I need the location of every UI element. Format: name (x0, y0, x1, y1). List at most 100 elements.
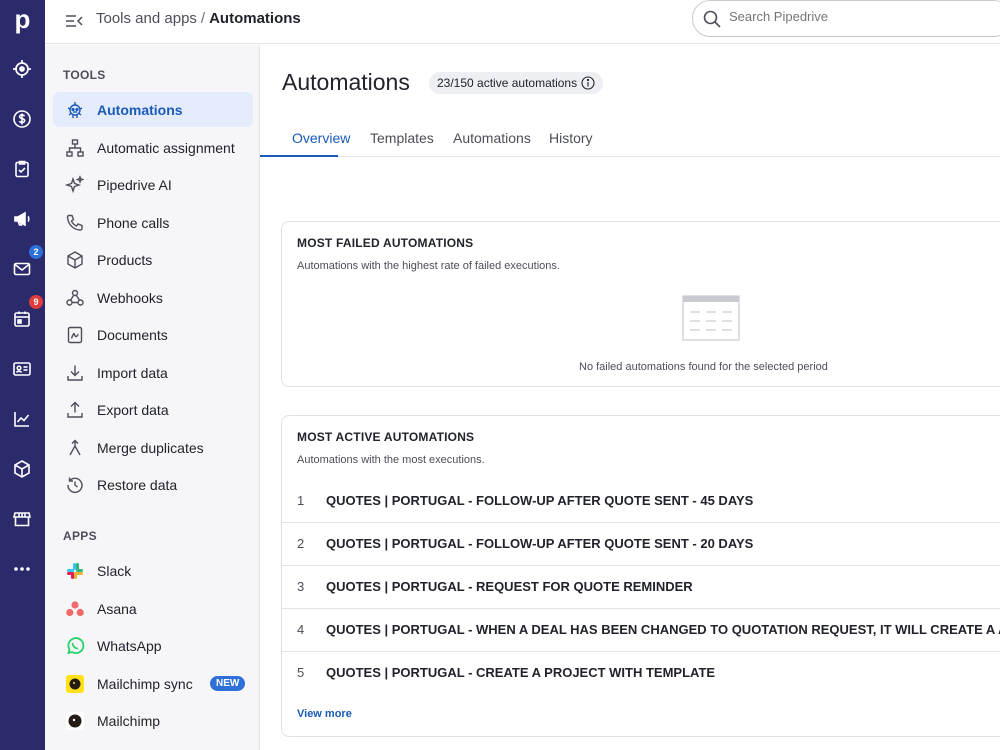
collapse-menu-icon[interactable] (63, 10, 85, 32)
nav-rail: p 2 9 (0, 0, 45, 750)
sidebar-item-label: Slack (97, 562, 132, 579)
page-title: Automations (282, 69, 410, 95)
apps-section-title: APPS (63, 529, 97, 543)
row-rank: 3 (297, 579, 305, 594)
sidebar-item-products[interactable]: Products (53, 242, 253, 277)
tab-divider (260, 156, 1000, 157)
sidebar-item-label: Mailchimp sync (97, 675, 193, 692)
mail-icon[interactable] (8, 255, 36, 283)
whatsapp-icon (64, 635, 86, 657)
top-bar: Tools and apps / Automations (45, 0, 1000, 44)
box-icon (64, 249, 86, 271)
automation-name: QUOTES | PORTUGAL - REQUEST FOR QUOTE RE… (326, 579, 693, 594)
download-icon (64, 362, 86, 384)
sidebar-item-asana[interactable]: Asana (53, 591, 253, 626)
calendar-icon[interactable] (8, 305, 36, 333)
document-icon (64, 324, 86, 346)
contact-card-icon[interactable] (8, 355, 36, 383)
automation-row[interactable]: 3 QUOTES | PORTUGAL - REQUEST FOR QUOTE … (282, 566, 1000, 609)
sidebar-item-import-data[interactable]: Import data (53, 355, 253, 390)
automation-row[interactable]: 4 QUOTES | PORTUGAL - WHEN A DEAL HAS BE… (282, 609, 1000, 652)
sidebar-item-automations[interactable]: Automations (53, 92, 253, 127)
sidebar-item-label: Webhooks (97, 289, 163, 306)
most-failed-card: MOST FAILED AUTOMATIONS Automations with… (281, 221, 1000, 387)
mailchimp-icon (64, 710, 86, 732)
restore-icon (64, 474, 86, 496)
sparkles-icon (64, 174, 86, 196)
more-dots-icon[interactable] (8, 555, 36, 583)
card-subtitle: Automations with the highest rate of fai… (297, 260, 560, 272)
sidebar-item-mailchimp[interactable]: Mailchimp (53, 703, 253, 738)
search-box[interactable] (692, 0, 1000, 37)
search-input[interactable] (729, 9, 979, 24)
mailchimp-icon (64, 673, 86, 695)
card-title: MOST FAILED AUTOMATIONS (297, 236, 474, 250)
main-content: Automations 23/150 active automations Ov… (260, 45, 1000, 750)
sidebar-item-label: Import data (97, 364, 168, 381)
breadcrumb: Tools and apps / Automations (96, 10, 301, 27)
sidebar-item-label: Asana (97, 600, 137, 617)
mail-count-badge: 2 (29, 245, 43, 259)
active-count-text: 23/150 active automations (437, 76, 578, 90)
empty-state-text: No failed automations found for the sele… (579, 361, 828, 373)
dollar-icon[interactable] (8, 105, 36, 133)
calendar-count-badge: 9 (29, 295, 43, 309)
most-active-card: MOST ACTIVE AUTOMATIONS Automations with… (281, 415, 1000, 737)
sidebar-item-webhooks[interactable]: Webhooks (53, 280, 253, 315)
pipedrive-logo[interactable]: p (9, 4, 36, 34)
view-more-link[interactable]: View more (297, 708, 352, 720)
row-rank: 2 (297, 536, 305, 551)
sidebar-item-label: Documents (97, 326, 168, 343)
empty-table-icon (682, 295, 740, 341)
chart-line-icon[interactable] (8, 405, 36, 433)
sidebar-item-automatic-assignment[interactable]: Automatic assignment (53, 130, 253, 165)
row-rank: 1 (297, 493, 305, 508)
card-title: MOST ACTIVE AUTOMATIONS (297, 430, 475, 444)
search-icon (703, 10, 721, 28)
tab-templates[interactable]: Templates (370, 130, 434, 146)
megaphone-icon[interactable] (8, 205, 36, 233)
sidebar-item-whatsapp[interactable]: WhatsApp (53, 628, 253, 663)
sidebar-item-label: Restore data (97, 476, 178, 493)
merge-icon (64, 437, 86, 459)
info-icon[interactable] (581, 76, 595, 90)
tools-sidebar: TOOLS Automations Automatic assignment P… (45, 45, 260, 750)
sidebar-item-slack[interactable]: Slack (53, 553, 253, 588)
row-rank: 4 (297, 622, 305, 637)
sidebar-item-merge-duplicates[interactable]: Merge duplicates (53, 430, 253, 465)
box-icon[interactable] (8, 455, 36, 483)
sidebar-item-export-data[interactable]: Export data (53, 392, 253, 427)
asana-icon (64, 598, 86, 620)
automation-name: QUOTES | PORTUGAL - FOLLOW-UP AFTER QUOT… (326, 536, 754, 551)
sidebar-item-phone-calls[interactable]: Phone calls (53, 205, 253, 240)
breadcrumb-separator: / (200, 10, 206, 27)
sidebar-item-documents[interactable]: Documents (53, 317, 253, 352)
automation-row[interactable]: 1 QUOTES | PORTUGAL - FOLLOW-UP AFTER QU… (282, 480, 1000, 523)
breadcrumb-parent[interactable]: Tools and apps (96, 10, 197, 27)
sidebar-item-mailchimp-sync[interactable]: Mailchimp sync NEW (53, 666, 253, 701)
sidebar-item-restore-data[interactable]: Restore data (53, 467, 253, 502)
clipboard-check-icon[interactable] (8, 155, 36, 183)
sidebar-item-pipedrive-ai[interactable]: Pipedrive AI (53, 167, 253, 202)
breadcrumb-current: Automations (209, 10, 301, 27)
automation-name: QUOTES | PORTUGAL - FOLLOW-UP AFTER QUOT… (326, 493, 754, 508)
slack-icon (64, 560, 86, 582)
sidebar-item-label: Pipedrive AI (97, 176, 172, 193)
active-automations-count: 23/150 active automations (429, 72, 604, 94)
automation-row[interactable]: 5 QUOTES | PORTUGAL - CREATE A PROJECT W… (282, 652, 1000, 695)
phone-icon (64, 212, 86, 234)
card-subtitle: Automations with the most executions. (297, 454, 485, 466)
sidebar-item-label: Phone calls (97, 214, 170, 231)
sidebar-item-label: Products (97, 251, 153, 268)
automation-name: QUOTES | PORTUGAL - CREATE A PROJECT WIT… (326, 665, 716, 680)
robot-icon (64, 99, 86, 121)
tab-history[interactable]: History (549, 130, 593, 146)
tab-overview[interactable]: Overview (292, 130, 350, 146)
automation-row[interactable]: 2 QUOTES | PORTUGAL - FOLLOW-UP AFTER QU… (282, 523, 1000, 566)
active-tab-indicator (260, 155, 338, 157)
tab-automations[interactable]: Automations (453, 130, 531, 146)
store-icon[interactable] (8, 505, 36, 533)
target-icon[interactable] (8, 55, 36, 83)
new-badge: NEW (210, 676, 246, 691)
sidebar-item-label: Mailchimp (97, 712, 161, 729)
